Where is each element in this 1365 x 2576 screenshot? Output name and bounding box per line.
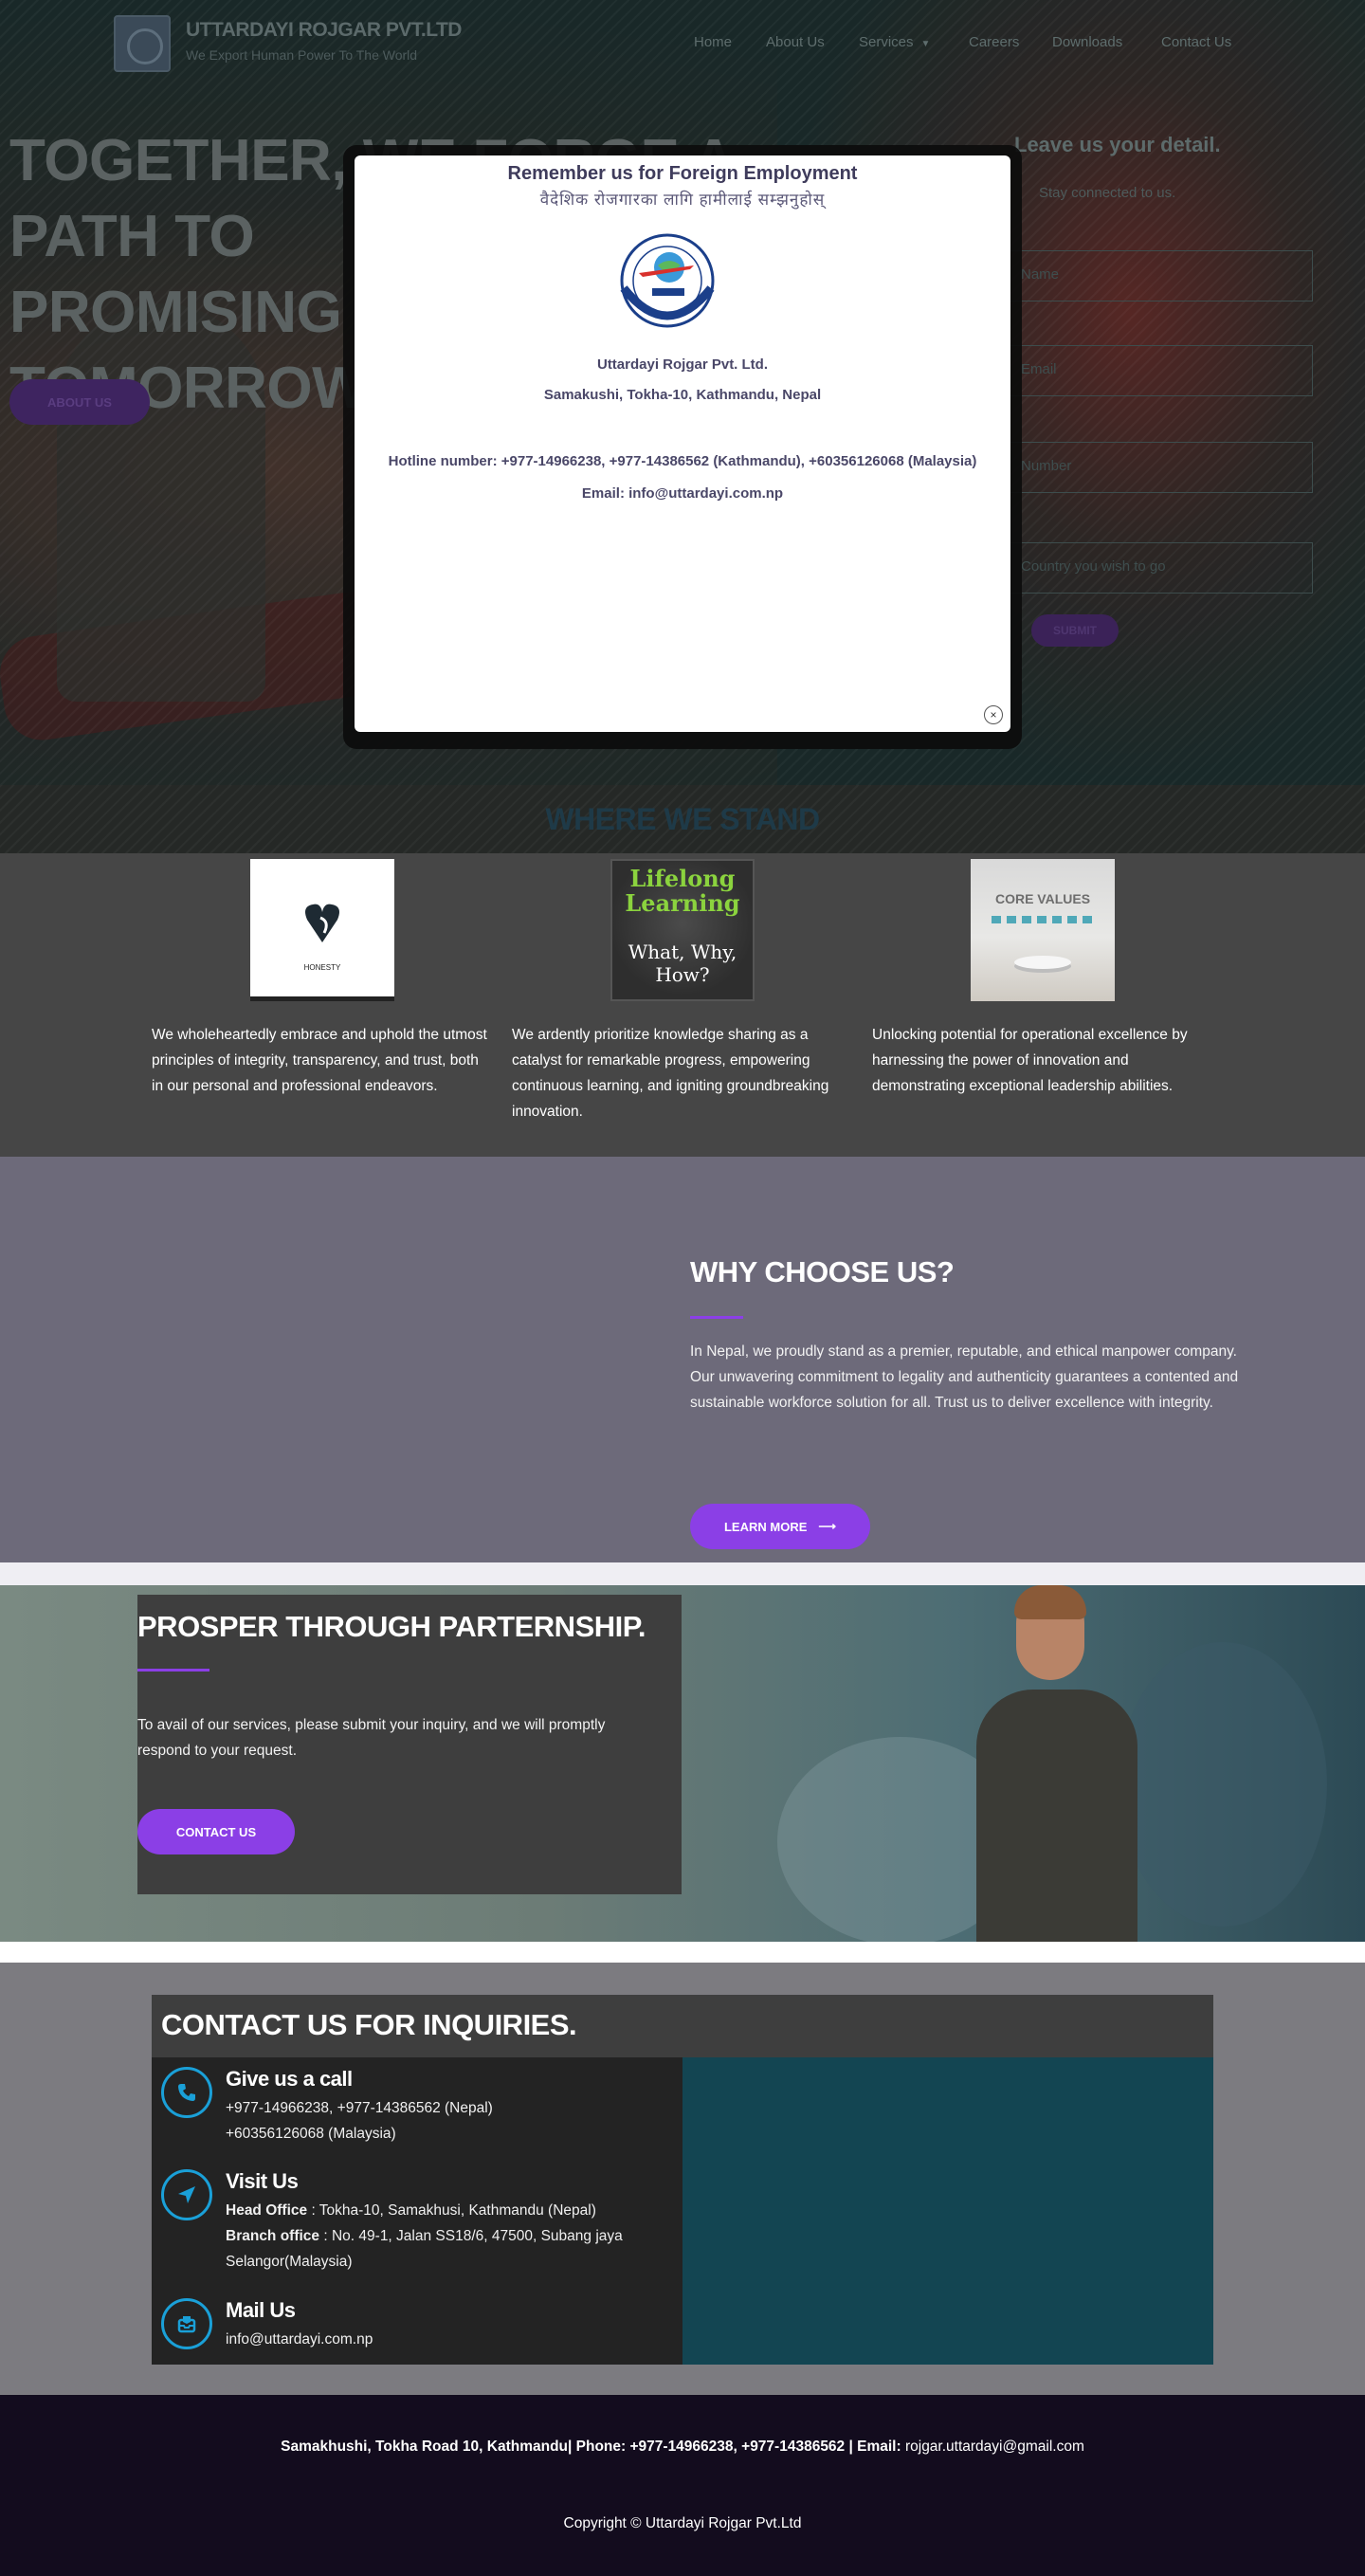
brand-name[interactable]: UTTARDAYI ROJGAR PVT.LTD [186,19,462,42]
country-field[interactable]: Country you wish to go [986,542,1313,594]
core-values-image: CORE VALUES [971,859,1115,1001]
heart-icon [305,904,339,942]
hero-title-line2: PROMISING A [9,280,398,345]
section-divider [0,1942,1365,1963]
contact-section: CONTACT US FOR INQUIRIES. Give us a call… [0,1963,1365,2395]
lifelong-learning-image: Lifelong Learning What, Why, How? [610,859,755,1001]
modal-hotline: Hotline number: +977-14966238, +977-1438… [388,453,977,469]
brand-tagline: We Export Human Power To The World [186,47,418,63]
lifelong-learning-subtitle: What, Why, How? [628,941,737,986]
nav-downloads[interactable]: Downloads [1052,34,1122,50]
core-values-title: CORE VALUES [994,891,1091,906]
values-section: HONESTY We wholeheartedly embrace and up… [0,853,1365,1157]
modal-address: Samakushi, Tokha-10, Kathmandu, Nepal [543,387,822,403]
modal-company-name: Uttardayi Rojgar Pvt. Ltd. [596,356,769,373]
section-divider [0,1562,1365,1585]
copyright: Copyright © Uttardayi Rojgar Pvt.Ltd [563,2515,802,2531]
footer-phone: | Phone: +977-14966238, +977-14386562 [568,2439,846,2455]
contact-us-button[interactable]: CONTACT US [137,1809,295,1854]
modal-title: Remember us for Foreign Employment [507,163,858,184]
email-field[interactable]: Email [986,345,1313,396]
contact-map[interactable] [682,2057,1213,2365]
phone-icon [161,2067,212,2118]
businessman-image [976,1690,1138,1942]
value-text-learning: We ardently prioritize knowledge sharing… [512,1027,829,1120]
site-logo[interactable] [114,15,171,72]
core-values-table [1014,956,1071,969]
footer-email-label: | Email: [845,2439,901,2455]
honesty-image: HONESTY [250,859,394,1001]
where-we-stand-title: WHERE WE STAND [545,802,820,836]
nav-contact[interactable]: Contact Us [1161,34,1231,50]
about-us-button[interactable]: ABOUT US [9,379,150,425]
contact-title: CONTACT US FOR INQUIRIES. [161,2008,577,2041]
location-arrow-icon [161,2169,212,2220]
why-choose-section: WHY CHOOSE US? In Nepal, we proudly stan… [0,1157,1365,1562]
nav-careers[interactable]: Careers [969,34,1019,50]
modal-close-button[interactable]: × [984,705,1003,724]
head-office-label: Head Office [226,2202,308,2219]
partnership-card: PROSPER THROUGH PARTERNSHIP. To avail of… [137,1595,682,1894]
nav-home[interactable]: Home [694,34,732,50]
why-choose-title: WHY CHOOSE US? [690,1255,955,1288]
core-values-icons [992,916,1094,923]
learn-more-label: LEARN MORE [723,1519,808,1534]
visit-heading: Visit Us [226,2169,299,2193]
value-text-core: Unlocking potential for operational exce… [872,1027,1188,1094]
branch-office-address: Branch office : No. 49-1, Jalan SS18/6, … [226,2223,671,2275]
learn-more-button[interactable]: LEARN MORE ⟶ [690,1504,870,1549]
mail-address[interactable]: info@uttardayi.com.np [226,2327,671,2352]
title-underline [690,1316,743,1319]
value-text-honesty: We wholeheartedly embrace and uphold the… [152,1027,487,1094]
nav-services-label: Services [859,34,914,50]
submit-button[interactable]: SUBMIT [1031,614,1119,647]
contact-header: CONTACT US FOR INQUIRIES. [152,1995,1213,2057]
partnership-text: To avail of our services, please submit … [137,1717,606,1759]
mail-heading: Mail Us [226,2298,296,2322]
head-office-address: Head Office : Tokha-10, Samakhusi, Kathm… [226,2198,671,2223]
arrow-right-icon: ⟶ [818,1519,837,1533]
partnership-title: PROSPER THROUGH PARTERNSHIP. [137,1610,646,1643]
lead-form-subtitle: Stay connected to us. [1039,185,1176,201]
title-underline [137,1669,209,1672]
branch-office-label: Branch office [226,2228,320,2244]
where-we-stand-header: WHERE WE STAND [0,785,1365,853]
background-bokeh [1119,1642,1327,1927]
call-phone-nepal[interactable]: +977-14966238, +977-14386562 (Nepal) [226,2095,671,2121]
nav-about[interactable]: About Us [766,34,825,50]
honesty-caption: HONESTY [303,963,341,972]
company-seal-logo [620,233,715,328]
popup-modal: Remember us for Foreign Employment वैदेश… [355,155,1010,732]
modal-nepali-line: वैदेशिक रोजगारका लागि हामीलाई सम्झनुहोस् [539,191,826,209]
lifelong-learning-title: Lifelong Learning [625,865,740,917]
footer-email[interactable]: rojgar.uttardayi@gmail.com [901,2439,1084,2455]
call-phone-malaysia[interactable]: +60356126068 (Malaysia) [226,2121,671,2147]
site-header: UTTARDAYI ROJGAR PVT.LTD We Export Human… [0,0,1365,85]
footer-contact-line: Samakhushi, Tokha Road 10, Kathmandu| Ph… [0,2439,1365,2456]
footer-address: Samakhushi, Tokha Road 10, Kathmandu [281,2439,569,2455]
contact-details: Give us a call +977-14966238, +977-14386… [152,2057,682,2365]
mail-inbox-icon [161,2298,212,2349]
why-choose-text: In Nepal, we proudly stand as a premier,… [690,1343,1239,1411]
call-heading: Give us a call [226,2067,353,2091]
head-office-value: : Tokha-10, Samakhusi, Kathmandu (Nepal) [307,2202,596,2219]
businessman-hair [1014,1585,1086,1619]
nav-services[interactable]: Services ▼ [859,34,930,50]
phone-field[interactable]: Number [986,442,1313,493]
site-footer: Samakhushi, Tokha Road 10, Kathmandu| Ph… [0,2395,1365,2576]
partnership-section: PROSPER THROUGH PARTERNSHIP. To avail of… [0,1585,1365,1942]
chevron-down-icon: ▼ [920,39,931,49]
name-field[interactable]: Name [986,250,1313,301]
lead-form-title: Leave us your detail. [1014,133,1221,156]
modal-email: Email: info@uttardayi.com.np [581,485,784,502]
